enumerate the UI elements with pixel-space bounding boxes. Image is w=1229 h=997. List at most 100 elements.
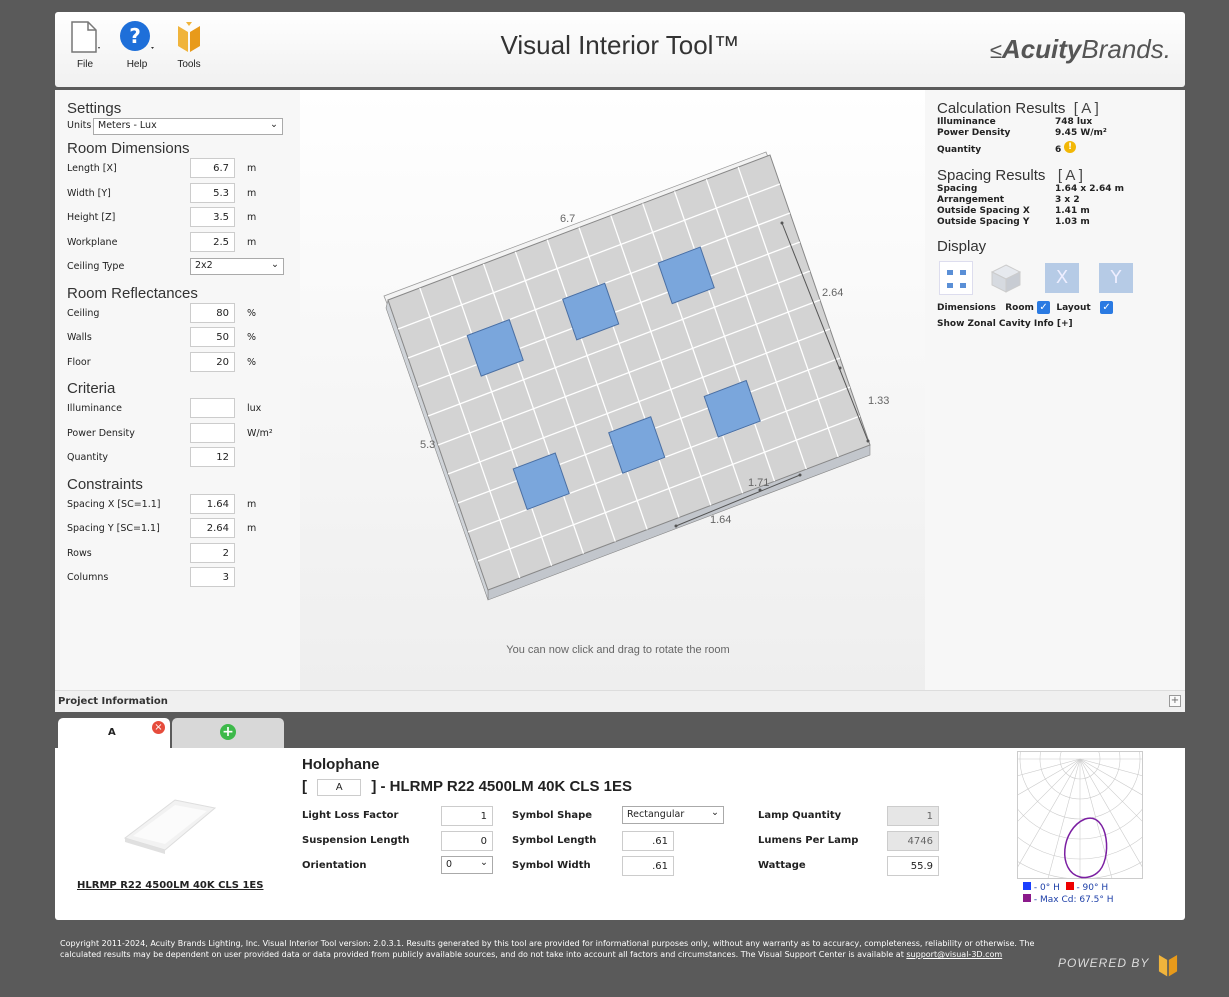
rows-row: Rows 2 bbox=[67, 542, 288, 567]
rows-input[interactable]: 2 bbox=[190, 542, 235, 563]
spacing-y-row: Spacing Y [SC=1.1] 2.64 m bbox=[67, 517, 288, 542]
symbol-width-input[interactable]: .61 bbox=[622, 856, 674, 876]
spacing-x-input[interactable]: 1.64 bbox=[190, 493, 235, 514]
criteria-illuminance-input[interactable] bbox=[190, 398, 235, 418]
workplane-label: Workplane bbox=[67, 236, 118, 248]
ceiling-type-select[interactable]: 2x2 ⌄ bbox=[190, 258, 284, 275]
close-icon[interactable]: × bbox=[152, 721, 165, 734]
criteria-quantity-row: Quantity 12 bbox=[67, 446, 288, 471]
symbol-length-input[interactable]: .61 bbox=[622, 831, 674, 851]
orientation-select[interactable]: 0 ⌄ bbox=[441, 856, 493, 874]
tab-a-label: A bbox=[108, 727, 116, 738]
spacing-y-label: 2.64 bbox=[822, 287, 843, 299]
rows-label: Rows bbox=[67, 547, 92, 559]
x-view-button[interactable]: X bbox=[1045, 263, 1079, 293]
support-email-link[interactable]: support@visual-3D.com bbox=[906, 950, 1002, 959]
tab-a[interactable]: A × bbox=[58, 718, 170, 748]
lumens-per-lamp-label: Lumens Per Lamp bbox=[758, 835, 859, 846]
criteria-power-input[interactable] bbox=[190, 422, 235, 443]
legend-90h: - 90° H bbox=[1076, 883, 1109, 893]
ceiling-type-value: 2x2 bbox=[195, 260, 213, 271]
blue-swatch-icon bbox=[1023, 882, 1031, 890]
columns-input[interactable]: 3 bbox=[190, 567, 235, 587]
project-information-bar[interactable]: Project Information + bbox=[55, 690, 1185, 712]
ceiling-reflect-label: Ceiling bbox=[67, 307, 100, 319]
dimensions-label: Dimensions bbox=[937, 303, 996, 313]
length-row: Length [X] 6.7 m bbox=[67, 157, 288, 182]
length-label: Length [X] bbox=[67, 163, 117, 174]
luminaire-image bbox=[123, 799, 217, 854]
width-unit: m bbox=[247, 187, 257, 199]
add-tab-button[interactable]: + bbox=[172, 718, 284, 748]
rotate-hint: You can now click and drag to rotate the… bbox=[506, 644, 729, 656]
footer: Copyright 2011-2024, Acuity Brands Light… bbox=[60, 938, 1040, 960]
height-row: Height [Z] 3.5 m bbox=[67, 206, 288, 231]
plan-view-button[interactable] bbox=[939, 261, 973, 295]
3d-view-button[interactable] bbox=[989, 261, 1023, 295]
zonal-cavity-toggle[interactable]: Show Zonal Cavity Info [+] bbox=[937, 319, 1173, 329]
constraints-title: Constraints bbox=[67, 475, 143, 493]
luminaire-tag-input[interactable]: A bbox=[317, 778, 362, 796]
workplane-input[interactable]: 2.5 bbox=[190, 231, 235, 252]
symbol-shape-select[interactable]: Rectangular ⌄ bbox=[622, 806, 724, 824]
llf-label: Light Loss Factor bbox=[302, 810, 399, 821]
criteria-power-label: Power Density bbox=[67, 427, 135, 439]
red-swatch-icon bbox=[1065, 882, 1074, 890]
luminaire-title: [ A ] - HLRMP R22 4500LM 40K CLS 1ES bbox=[302, 778, 632, 798]
expand-icon[interactable]: + bbox=[1169, 695, 1181, 707]
spacing-results-title: Spacing Results [ A ] bbox=[937, 167, 1083, 184]
ceiling-reflect-row: Ceiling 80% bbox=[67, 302, 288, 327]
visual-logo-icon bbox=[1159, 954, 1178, 977]
length-unit: m bbox=[247, 163, 257, 174]
product-link[interactable]: HLRMP R22 4500LM 40K CLS 1ES bbox=[77, 880, 263, 891]
walls-reflect-row: Walls 50% bbox=[67, 326, 288, 351]
legend-0h: - 0° H bbox=[1033, 883, 1060, 893]
layout-label: Layout bbox=[1056, 303, 1091, 313]
ceiling-reflect-unit: % bbox=[247, 307, 257, 319]
chevron-down-icon: ⌄ bbox=[711, 807, 719, 818]
llf-input[interactable]: 1 bbox=[441, 806, 493, 826]
plan-view-icon bbox=[947, 270, 966, 288]
y-view-button[interactable]: Y bbox=[1099, 263, 1133, 293]
spacing-y-input[interactable]: 2.64 bbox=[190, 518, 235, 538]
criteria-illuminance-label: Illuminance bbox=[67, 403, 122, 414]
floor-reflect-input[interactable]: 20 bbox=[190, 351, 235, 372]
powered-by-label: POWERED BY bbox=[1058, 956, 1150, 971]
add-icon: + bbox=[220, 724, 236, 740]
height-input[interactable]: 3.5 bbox=[190, 207, 235, 227]
walls-reflect-label: Walls bbox=[67, 332, 92, 343]
luminaire-panel: HLRMP R22 4500LM 40K CLS 1ES Holophane [… bbox=[55, 748, 1185, 920]
units-select[interactable]: Meters - Lux ⌄ bbox=[93, 118, 283, 135]
width-input[interactable]: 5.3 bbox=[190, 182, 235, 203]
floor-reflect-label: Floor bbox=[67, 356, 91, 368]
symbol-shape-value: Rectangular bbox=[627, 809, 685, 820]
polar-legend: - 0° H - 90° H - Max Cd: 67.5° H bbox=[1023, 882, 1114, 906]
ceiling-type-label: Ceiling Type bbox=[67, 261, 125, 272]
criteria-quantity-input[interactable]: 12 bbox=[190, 447, 235, 467]
room-checkbox[interactable]: ✓ bbox=[1037, 301, 1051, 314]
room-3d-viewer[interactable]: 6.7 5.3 2.64 1.33 1.71 1.64 You can now … bbox=[300, 90, 925, 690]
units-row: Units Meters - Lux ⌄ bbox=[67, 117, 288, 135]
suspension-label: Suspension Length bbox=[302, 835, 410, 846]
dimensions-toggle-row: Dimensions Room ✓ Layout ✓ bbox=[937, 301, 1173, 319]
spacing-x-row: Spacing X [SC=1.1] 1.64 m bbox=[67, 493, 288, 518]
settings-panel: Settings Units Meters - Lux ⌄ Room Dimen… bbox=[55, 90, 300, 690]
y-axis-icon: Y bbox=[1110, 267, 1122, 288]
ceiling-reflect-input[interactable]: 80 bbox=[190, 302, 235, 323]
walls-reflect-input[interactable]: 50 bbox=[190, 327, 235, 347]
workplane-unit: m bbox=[247, 236, 257, 248]
wattage-input[interactable]: 55.9 bbox=[887, 856, 939, 876]
room-reflectances-title: Room Reflectances bbox=[67, 284, 198, 302]
suspension-input[interactable]: 0 bbox=[441, 831, 493, 851]
spacing-x-label: Spacing X [SC=1.1] bbox=[67, 498, 161, 510]
outside-x-result-row: Outside Spacing X 1.41 m bbox=[937, 206, 1090, 216]
room-dimensions-rows: Length [X] 6.7 m Width [Y] 5.3 m Height [Z] 3… bbox=[67, 157, 288, 280]
project-information-label: Project Information bbox=[58, 696, 168, 707]
manufacturer-name: Holophane bbox=[302, 756, 380, 773]
spacing-y-unit: m bbox=[247, 523, 257, 534]
warning-icon[interactable]: ! bbox=[1064, 141, 1076, 153]
length-input[interactable]: 6.7 bbox=[190, 158, 235, 178]
wattage-label: Wattage bbox=[758, 860, 806, 871]
layout-checkbox[interactable]: ✓ bbox=[1100, 301, 1114, 314]
chevron-down-icon: ⌄ bbox=[271, 259, 279, 270]
